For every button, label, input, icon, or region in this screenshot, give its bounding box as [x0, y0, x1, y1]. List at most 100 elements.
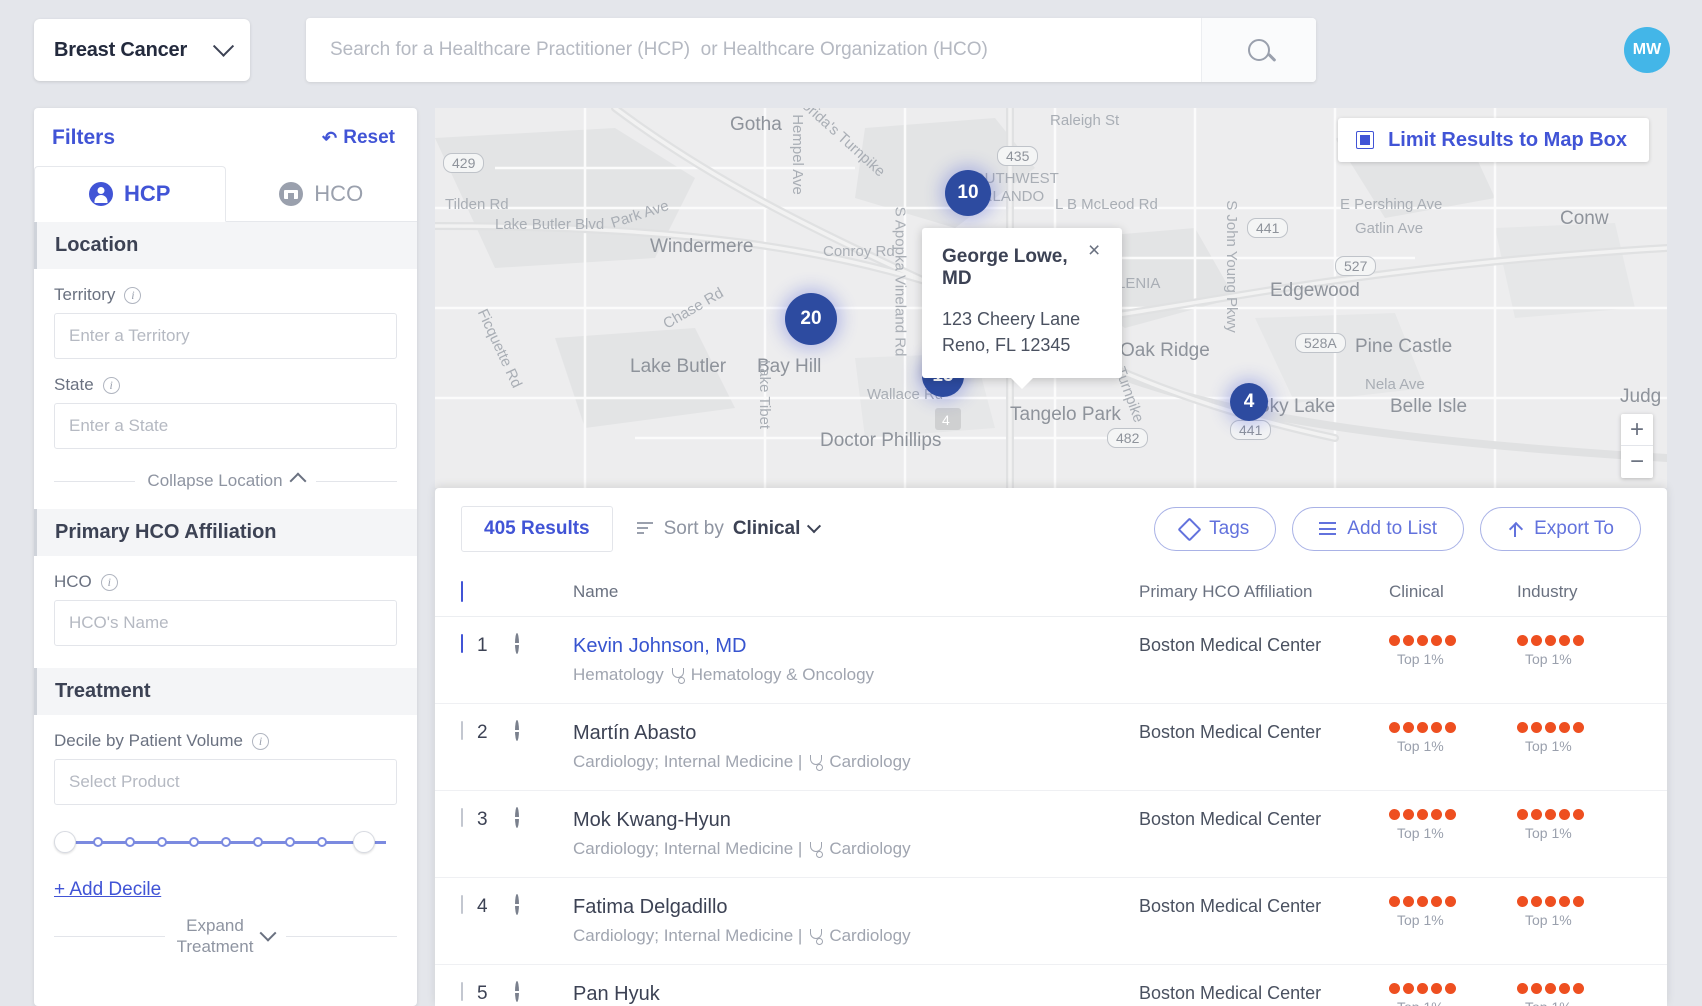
specialty-primary: Hematology [573, 665, 664, 684]
sort-by-label: Sort by [663, 518, 724, 539]
row-checkbox[interactable] [461, 808, 463, 827]
slider-step[interactable] [285, 837, 295, 847]
table-row[interactable]: 2 Martín Abasto Cardiology; Internal Medic… [435, 703, 1667, 791]
sort-by-control[interactable]: Sort by Clinical [636, 518, 822, 540]
list-icon [1319, 522, 1337, 536]
slider-step[interactable] [253, 837, 263, 847]
target-icon[interactable] [515, 894, 519, 915]
row-number-cell: 5 [477, 964, 515, 1006]
info-icon[interactable]: i [252, 732, 269, 750]
results-actions: Tags Add to List Export To [1154, 507, 1641, 551]
row-select-cell [435, 790, 477, 878]
product-select-input[interactable] [54, 759, 397, 805]
target-icon[interactable] [515, 633, 519, 654]
row-checkbox[interactable] [461, 634, 463, 653]
map-cluster-marker[interactable]: 20 [785, 293, 837, 345]
row-number-cell: 2 [477, 703, 515, 791]
specialty-primary: Cardiology; Internal Medicine | [573, 839, 803, 858]
info-icon[interactable]: i [102, 376, 120, 394]
row-industry-cell: Top 1% [1517, 964, 1667, 1006]
slider-step[interactable] [93, 837, 103, 847]
select-all-checkbox[interactable] [461, 581, 463, 602]
column-clinical: Clinical [1389, 566, 1517, 617]
tab-hco-label: HCO [314, 181, 364, 206]
tags-button[interactable]: Tags [1154, 507, 1277, 551]
stethoscope-icon [809, 754, 824, 771]
table-row[interactable]: 5 Pan HyukCardiology; Internal Medicine |… [435, 964, 1667, 1006]
tag-icon [1177, 516, 1202, 542]
target-icon[interactable] [515, 720, 519, 741]
row-name-cell: Fatima Delgadillo Cardiology; Internal Me… [573, 877, 1139, 965]
slider-step[interactable] [157, 837, 167, 847]
upload-icon [1507, 521, 1523, 538]
search-input[interactable] [306, 18, 1201, 82]
target-icon[interactable] [515, 807, 519, 828]
row-hco-cell: Boston Medical Center [1139, 964, 1389, 1006]
row-target-cell [515, 616, 573, 704]
slider-step[interactable] [125, 837, 135, 847]
tab-hcp[interactable]: HCP [34, 166, 226, 222]
map-view[interactable]: 4 Gotha Raleigh St Florida's Turnpike Hempe… [435, 108, 1667, 488]
row-name-cell: Pan HyukCardiology; Internal Medicine |C… [573, 964, 1139, 1006]
results-count-button[interactable]: 405 Results [461, 506, 613, 552]
search-button[interactable] [1201, 18, 1316, 82]
row-industry-cell: Top 1% [1517, 790, 1667, 878]
table-row[interactable]: 1 Kevin Johnson, MD Hematology Hematology &… [435, 616, 1667, 704]
info-icon[interactable]: i [100, 573, 118, 591]
add-to-list-button[interactable]: Add to List [1292, 507, 1465, 551]
search-bar [306, 18, 1316, 82]
slider-handle-min[interactable] [54, 831, 76, 853]
info-icon[interactable]: i [124, 286, 142, 304]
territory-input[interactable] [54, 313, 397, 359]
zoom-out-button[interactable]: − [1621, 446, 1653, 478]
row-checkbox[interactable] [461, 721, 463, 740]
reset-icon: ↷ [322, 127, 338, 148]
slider-step[interactable] [189, 837, 199, 847]
limit-results-to-map-box-button[interactable]: Limit Results to Map Box [1338, 118, 1649, 162]
target-icon[interactable] [515, 981, 519, 1002]
hco-name-input[interactable] [54, 600, 397, 646]
tab-hco[interactable]: HCO [226, 166, 418, 222]
slider-step[interactable] [317, 837, 327, 847]
popup-address-line-2: Reno, FL 12345 [942, 335, 1071, 356]
expand-treatment-label-2: Treatment [176, 937, 254, 957]
state-field-group: State i [34, 375, 417, 449]
expand-treatment-button[interactable]: Expand Treatment [176, 915, 277, 958]
chevron-down-icon [807, 519, 822, 534]
avatar[interactable]: MW [1624, 27, 1670, 73]
state-input[interactable] [54, 403, 397, 449]
map-cluster-marker[interactable]: 4 [1230, 383, 1268, 421]
slider-step[interactable] [221, 837, 231, 847]
zoom-in-button[interactable]: + [1621, 414, 1653, 446]
section-header-treatment: Treatment [34, 668, 417, 715]
expand-treatment-row: Expand Treatment [34, 901, 417, 976]
chevron-down-icon [212, 35, 235, 57]
row-hco-cell: Boston Medical Center [1139, 703, 1389, 791]
results-table: Name Primary HCO Affiliation Clinical In… [435, 566, 1667, 1006]
close-icon[interactable]: × [1088, 240, 1108, 262]
therapy-area-select[interactable]: Breast Cancer [34, 19, 250, 81]
table-row[interactable]: 3 Mok Kwang-Hyun Cardiology; Internal Medi… [435, 790, 1667, 878]
export-to-label: Export To [1534, 518, 1614, 539]
decile-slider[interactable] [54, 831, 397, 853]
practitioner-name[interactable]: Kevin Johnson, MD [573, 635, 1139, 658]
map-cluster-marker[interactable]: 10 [945, 170, 991, 216]
clinical-rank-label: Top 1% [1397, 738, 1444, 754]
territory-label-row: Territory i [54, 285, 397, 305]
clinical-rank-label: Top 1% [1397, 825, 1444, 841]
divider [54, 935, 165, 937]
row-checkbox[interactable] [461, 982, 463, 1001]
results-panel: 405 Results Sort by Clinical Tags Add to… [435, 488, 1667, 1006]
row-hco-cell: Boston Medical Center [1139, 790, 1389, 878]
row-checkbox[interactable] [461, 895, 463, 914]
reset-filters-button[interactable]: ↷ Reset [322, 127, 395, 149]
results-table-body: 1 Kevin Johnson, MD Hematology Hematology &… [435, 616, 1667, 1006]
add-decile-button[interactable]: + Add Decile [54, 879, 161, 901]
limit-results-label: Limit Results to Map Box [1388, 128, 1627, 151]
table-row[interactable]: 4 Fatima Delgadillo Cardiology; Internal M… [435, 877, 1667, 965]
collapse-location-button[interactable]: Collapse Location [147, 471, 307, 491]
slider-handle-max[interactable] [353, 831, 375, 853]
row-target-cell [515, 877, 573, 965]
export-to-button[interactable]: Export To [1480, 507, 1641, 551]
row-industry-cell: Top 1% [1517, 877, 1667, 965]
